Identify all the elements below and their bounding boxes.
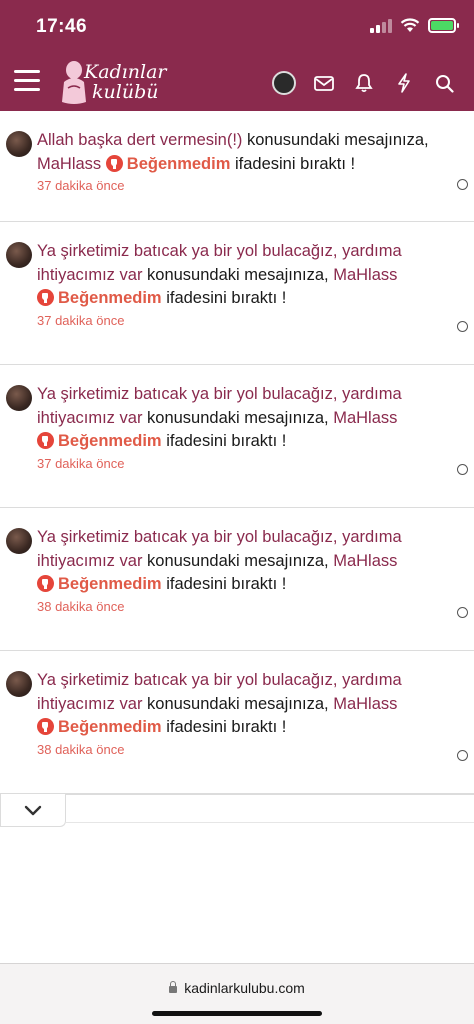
wifi-icon <box>400 18 420 32</box>
logo-line2: kulübü <box>92 81 159 103</box>
mark-read-toggle[interactable] <box>457 607 468 618</box>
logo-text: Kadınlar kulübü <box>84 62 167 102</box>
notification-text: Ya şirketimiz batıcak ya bir yol bulacağ… <box>37 526 457 617</box>
timestamp: 37 dakika önce <box>37 178 125 193</box>
lightning-icon <box>398 73 410 93</box>
mark-read-toggle[interactable] <box>457 464 468 475</box>
avatar <box>272 71 296 95</box>
status-time: 17:46 <box>36 16 88 37</box>
address-bar[interactable]: kadinlarkulubu.com <box>0 980 474 996</box>
timestamp: 37 dakika önce <box>37 455 125 471</box>
divider <box>66 815 474 823</box>
url-text: kadinlarkulubu.com <box>184 980 305 996</box>
search-button[interactable] <box>424 68 464 98</box>
list-item[interactable]: Ya şirketimiz batıcak ya bir yol bulacağ… <box>0 508 474 651</box>
mark-read-toggle[interactable] <box>457 179 468 190</box>
mark-read-toggle[interactable] <box>457 750 468 761</box>
chevron-down-icon <box>24 805 42 815</box>
mail-icon <box>314 75 334 91</box>
notification-text: Ya şirketimiz batıcak ya bir yol bulacağ… <box>37 383 457 474</box>
thumbs-down-icon <box>37 718 54 735</box>
signal-icon <box>370 18 392 33</box>
thumbs-down-icon <box>37 432 54 449</box>
mark-read-toggle[interactable] <box>457 321 468 332</box>
thread-link[interactable]: Allah başka dert vermesin(!) <box>37 131 242 149</box>
avatar[interactable] <box>6 242 32 268</box>
reaction-badge: Beğenmedim <box>37 575 162 593</box>
search-icon <box>435 74 454 93</box>
home-indicator[interactable] <box>152 1011 322 1016</box>
thumbs-down-icon <box>37 575 54 592</box>
reaction-badge: Beğenmedim <box>37 718 162 736</box>
user-link[interactable]: MaHlass <box>333 409 397 427</box>
status-icons <box>370 18 459 33</box>
reaction-badge: Beğenmedim <box>37 432 162 450</box>
browser-bar: kadinlarkulubu.com <box>0 963 474 1024</box>
notification-text: Ya şirketimiz batıcak ya bir yol bulacağ… <box>37 669 457 760</box>
avatar[interactable] <box>6 528 32 554</box>
user-link[interactable]: MaHlass <box>333 695 397 713</box>
user-link[interactable]: MaHlass <box>333 266 397 284</box>
inbox-button[interactable] <box>304 68 344 98</box>
list-item[interactable]: Ya şirketimiz batıcak ya bir yol bulacağ… <box>0 651 474 794</box>
timestamp: 38 dakika önce <box>37 598 125 614</box>
reaction-badge: Beğenmedim <box>37 289 162 307</box>
notification-list: Allah başka dert vermesin(!) konusundaki… <box>0 111 474 794</box>
logo-line1: Kadınlar <box>84 61 167 83</box>
collapse-bar <box>0 794 474 828</box>
nav-bar: Kadınlar kulübü <box>0 58 474 108</box>
list-item[interactable]: Allah başka dert vermesin(!) konusundaki… <box>0 111 474 222</box>
timestamp: 37 dakika önce <box>37 312 125 328</box>
app-header: 17:46 Kadınlar kulübü <box>0 0 474 111</box>
collapse-button[interactable] <box>0 794 66 827</box>
avatar[interactable] <box>6 131 32 157</box>
lock-icon <box>169 981 178 993</box>
account-avatar-button[interactable] <box>264 68 304 98</box>
whats-new-button[interactable] <box>384 68 424 98</box>
notification-text: Ya şirketimiz batıcak ya bir yol bulacağ… <box>37 240 457 331</box>
bell-icon <box>355 74 373 93</box>
list-item[interactable]: Ya şirketimiz batıcak ya bir yol bulacağ… <box>0 222 474 365</box>
menu-icon[interactable] <box>14 70 40 92</box>
list-item[interactable]: Ya şirketimiz batıcak ya bir yol bulacağ… <box>0 365 474 508</box>
nav-icons <box>264 68 464 98</box>
timestamp: 38 dakika önce <box>37 741 125 757</box>
alerts-button[interactable] <box>344 68 384 98</box>
site-logo[interactable]: Kadınlar kulübü <box>58 58 178 106</box>
thumbs-down-icon <box>105 154 123 172</box>
battery-icon <box>428 18 459 33</box>
thumbs-down-icon <box>37 289 54 306</box>
avatar[interactable] <box>6 385 32 411</box>
notification-text: Allah başka dert vermesin(!) konusundaki… <box>37 129 457 196</box>
user-link[interactable]: MaHlass <box>333 552 397 570</box>
avatar[interactable] <box>6 671 32 697</box>
user-link[interactable]: MaHlass <box>37 155 101 173</box>
reaction-badge: Beğenmedim <box>105 154 230 173</box>
